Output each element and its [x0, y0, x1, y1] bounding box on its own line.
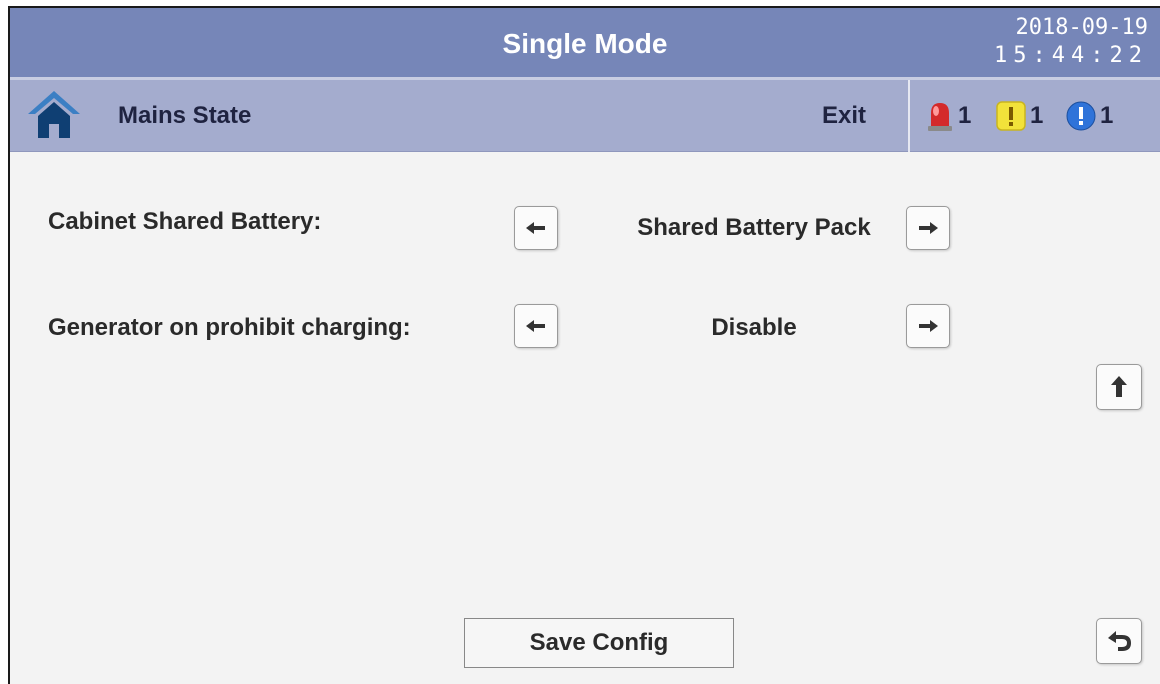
screen-frame: Single Mode 2018-09-19 15:44:22 Mains St…	[8, 6, 1160, 684]
time-display: 15:44:22	[994, 43, 1148, 68]
arrow-right-icon	[919, 320, 938, 332]
next-option-button[interactable]	[906, 304, 950, 348]
datetime: 2018-09-19 15:44:22	[994, 14, 1148, 70]
siren-icon	[928, 103, 952, 131]
home-icon[interactable]	[26, 88, 82, 142]
arrow-left-icon	[526, 222, 545, 234]
return-icon	[1108, 631, 1131, 651]
title-bar: Single Mode 2018-09-19 15:44:22	[10, 8, 1160, 80]
arrow-right-icon	[919, 222, 938, 234]
prev-option-button[interactable]	[514, 206, 558, 250]
status-bar: Mains State Exit 1 1 1	[10, 80, 1160, 152]
prev-option-button[interactable]	[514, 304, 558, 348]
arrow-up-icon	[1111, 376, 1127, 397]
section-title: Mains State	[118, 102, 252, 129]
alarm-count-info: 1	[1100, 102, 1114, 129]
page-up-button[interactable]	[1096, 364, 1142, 410]
alarm-count-warning: 1	[1030, 102, 1044, 129]
arrow-left-icon	[526, 320, 545, 332]
alarm-count-siren: 1	[958, 102, 972, 129]
warning-icon	[996, 101, 1026, 131]
divider	[908, 80, 910, 152]
cabinet-shared-battery-label: Cabinet Shared Battery:	[48, 208, 322, 235]
alarm-info[interactable]: 1	[1066, 100, 1113, 132]
exit-button[interactable]: Exit	[822, 80, 866, 152]
alarm-warning[interactable]: 1	[996, 100, 1043, 132]
info-icon	[1066, 101, 1096, 131]
back-button[interactable]	[1096, 618, 1142, 664]
save-config-button[interactable]: Save Config	[464, 618, 734, 668]
cabinet-shared-battery-value: Shared Battery Pack	[637, 214, 871, 241]
next-option-button[interactable]	[906, 206, 950, 250]
alarm-siren[interactable]: 1	[926, 100, 971, 132]
generator-prohibit-charging-value: Disable	[711, 314, 797, 341]
date-display: 2018-09-19	[1015, 15, 1148, 40]
generator-prohibit-charging-label: Generator on prohibit charging:	[48, 314, 411, 341]
page-title: Single Mode	[502, 28, 668, 59]
